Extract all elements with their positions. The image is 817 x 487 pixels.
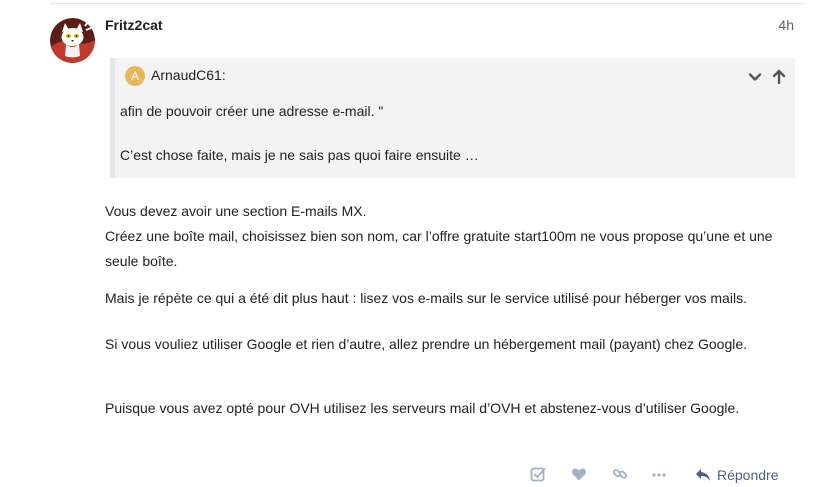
reply-label: Répondre — [717, 467, 779, 483]
body-paragraph-1b: Créez une boîte mail, choisissez bien so… — [105, 228, 773, 269]
check-square-icon[interactable] — [530, 466, 546, 482]
quote-author: ArnaudC61: — [151, 67, 226, 83]
more-icon[interactable] — [651, 466, 667, 482]
heart-icon[interactable] — [571, 466, 587, 482]
chevron-down-icon[interactable] — [748, 70, 762, 84]
post-actions: Répondre — [0, 458, 817, 487]
body-paragraph-4: Puisque vous avez opté pour OVH utilisez… — [105, 400, 740, 416]
top-divider — [50, 3, 805, 4]
post-time[interactable]: 4h — [778, 17, 794, 33]
body-paragraph-3: Si vous vouliez utiliser Google et rien … — [105, 336, 748, 352]
body-paragraph-2: Mais je répète ce qui a été dit plus hau… — [105, 290, 747, 306]
reply-button[interactable]: Répondre — [695, 464, 779, 486]
post-username[interactable]: Fritz2cat — [105, 17, 163, 33]
user-avatar[interactable] — [50, 18, 95, 63]
reply-icon — [696, 469, 710, 481]
link-icon[interactable] — [612, 466, 628, 482]
body-paragraph-1a: Vous devez avoir une section E-mails MX. — [105, 203, 367, 219]
quote-line: C’est chose faite, mais je ne sais pas q… — [120, 147, 479, 163]
post-body: Vous devez avoir une section E-mails MX.… — [105, 199, 805, 274]
cat-avatar-icon — [50, 18, 95, 63]
quote-line: afin de pouvoir créer une adresse e-mail… — [120, 103, 384, 119]
arrow-up-icon[interactable] — [772, 69, 786, 84]
quote-block: A ArnaudC61: afin de pouvoir créer une a… — [110, 58, 795, 178]
quote-avatar[interactable]: A — [125, 66, 145, 86]
